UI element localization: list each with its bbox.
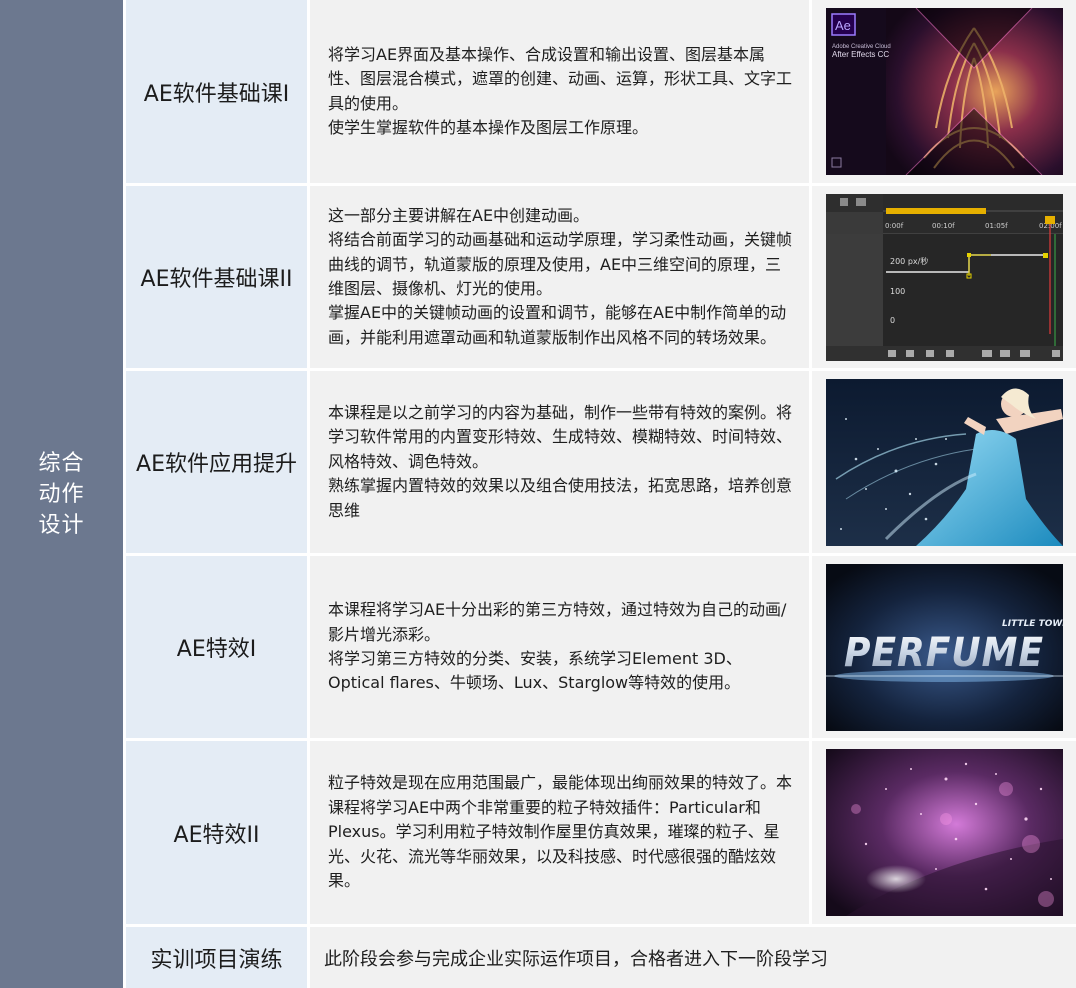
course-desc: 将学习AE界面及基本操作、合成设置和输出设置、图层基本属性、图层混合模式，遮罩的… bbox=[328, 44, 793, 137]
course-title: AE特效I bbox=[176, 637, 257, 662]
course-desc: 本课程是以之前学习的内容为基础，制作一些带有特效的案例。将学习软件常用的内置变形… bbox=[328, 402, 793, 520]
course-desc-cell: 本课程是以之前学习的内容为基础，制作一些带有特效的案例。将学习软件常用的内置变形… bbox=[310, 371, 812, 556]
course-title: AE软件基础课I bbox=[143, 81, 290, 107]
course-title-cell: AE特效II bbox=[126, 741, 310, 927]
svg-text:00:10f: 00:10f bbox=[932, 222, 955, 230]
practice-desc-cell: 此阶段会参与完成企业实际运作项目，合格者进入下一阶段学习 bbox=[310, 927, 1076, 988]
course-desc-cell: 将学习AE界面及基本操作、合成设置和输出设置、图层基本属性、图层混合模式，遮罩的… bbox=[310, 0, 812, 186]
course-title-cell: AE软件基础课I bbox=[126, 0, 310, 186]
course-title: AE软件应用提升 bbox=[136, 452, 297, 477]
course-desc-cell: 本课程将学习AE十分出彩的第三方特效，通过特效为自己的动画/影片增光添彩。 将学… bbox=[310, 556, 812, 741]
perfume-title-image: LITTLE TOWN PERFUME bbox=[825, 563, 1063, 731]
course-table: 综合动作设计 AE软件基础课I 将学习AE界面及基本操作、合成设置和输出设置、图… bbox=[0, 0, 1076, 988]
course-title: AE软件基础课II bbox=[140, 267, 293, 292]
svg-text:0: 0 bbox=[890, 316, 895, 325]
course-thumb-cell: LITTLE TOWN PERFUME bbox=[812, 556, 1076, 741]
svg-text:PERFUME: PERFUME bbox=[844, 630, 1044, 676]
course-thumb-cell: Ae Adobe Creative Cloud After Effects CC bbox=[812, 0, 1076, 186]
course-thumb-cell: 0:00f 00:10f 01:05f 02:00f 200 px/秒 100 … bbox=[812, 186, 1076, 371]
particles-image bbox=[825, 749, 1063, 916]
svg-text:After Effects CC: After Effects CC bbox=[832, 50, 889, 59]
ae-logo: Ae bbox=[835, 18, 851, 33]
svg-text:100: 100 bbox=[890, 287, 905, 296]
course-desc: 本课程将学习AE十分出彩的第三方特效，通过特效为自己的动画/影片增光添彩。 将学… bbox=[328, 600, 787, 693]
practice-title-cell: 实训项目演练 bbox=[126, 927, 310, 988]
course-title-cell: AE软件应用提升 bbox=[126, 371, 310, 556]
course-title-cell: AE特效I bbox=[126, 556, 310, 741]
course-title-cell: AE软件基础课II bbox=[126, 186, 310, 371]
course-desc: 这一部分主要讲解在AE中创建动画。 将结合前面学习的动画基础和运动学原理，学习柔… bbox=[328, 205, 793, 347]
course-thumb-cell bbox=[812, 741, 1076, 927]
course-desc: 粒子特效是现在应用范围最广，最能体现出绚丽效果的特效了。本课程将学习AE中两个非… bbox=[328, 773, 793, 891]
course-thumb-cell bbox=[812, 371, 1076, 556]
practice-title: 实训项目演练 bbox=[150, 947, 283, 973]
category-label: 综合动作设计 bbox=[38, 450, 85, 538]
after-effects-splash-image: Ae Adobe Creative Cloud After Effects CC bbox=[825, 8, 1063, 175]
course-title: AE特效II bbox=[173, 822, 260, 848]
svg-text:01:05f: 01:05f bbox=[985, 222, 1008, 230]
elsa-magic-image bbox=[825, 378, 1063, 546]
graph-editor-screenshot: 0:00f 00:10f 01:05f 02:00f 200 px/秒 100 … bbox=[825, 193, 1063, 361]
svg-text:LITTLE TOWN: LITTLE TOWN bbox=[1002, 619, 1063, 629]
course-desc-cell: 这一部分主要讲解在AE中创建动画。 将结合前面学习的动画基础和运动学原理，学习柔… bbox=[310, 186, 812, 371]
course-desc-cell: 粒子特效是现在应用范围最广，最能体现出绚丽效果的特效了。本课程将学习AE中两个非… bbox=[310, 741, 812, 927]
category-cell: 综合动作设计 bbox=[0, 0, 126, 988]
svg-text:200 px/秒: 200 px/秒 bbox=[890, 256, 928, 266]
practice-desc: 此阶段会参与完成企业实际运作项目，合格者进入下一阶段学习 bbox=[324, 948, 828, 970]
svg-text:0:00f: 0:00f bbox=[885, 222, 904, 230]
